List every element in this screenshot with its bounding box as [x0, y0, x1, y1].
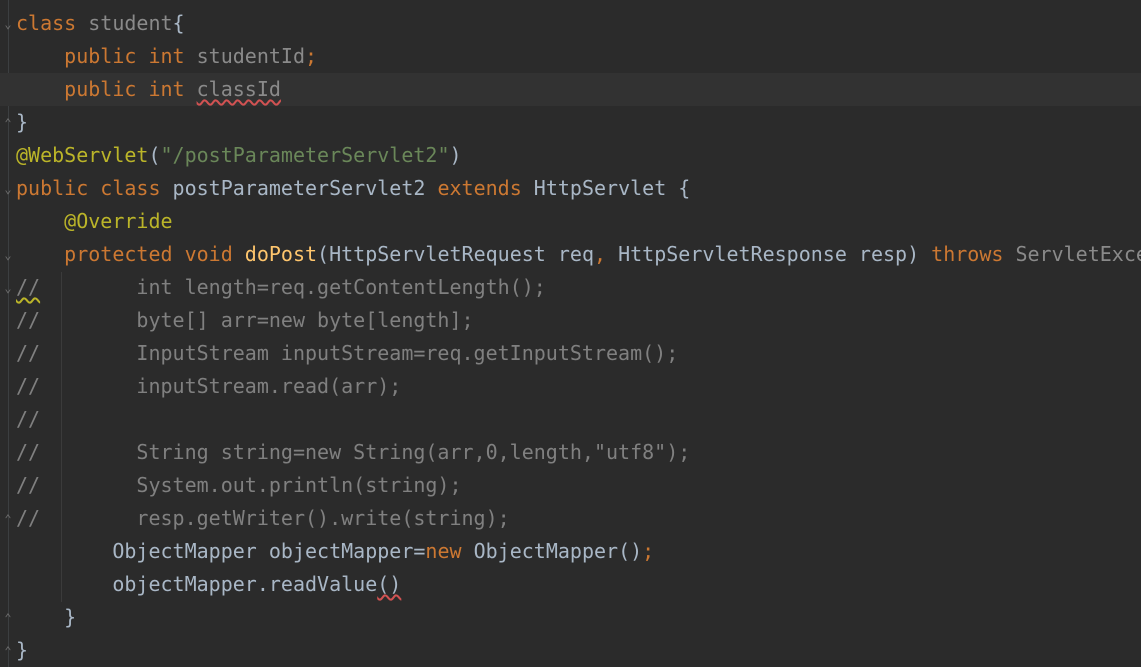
code-token: ; [305, 44, 318, 68]
code-token: // resp.getWriter().write(string); [16, 506, 510, 530]
code-token: classId [196, 77, 281, 101]
code-token: ServletExce [1015, 242, 1141, 266]
fold-open-icon[interactable]: ⌄ [1, 181, 15, 197]
code-token: "/postParameterServlet2" [160, 143, 450, 167]
code-token: throws [931, 242, 1016, 266]
code-token: HttpServletResponse resp) [618, 242, 932, 266]
code-token: new [425, 539, 474, 563]
code-token: // byte[] arr=new byte[length]; [16, 308, 474, 332]
code-line[interactable]: ⌃ } [0, 601, 1141, 634]
code-token: studentId [196, 44, 305, 68]
code-line[interactable]: ⌃} [0, 106, 1141, 139]
code-token: public int [64, 77, 197, 101]
code-token: student [88, 11, 173, 35]
code-line[interactable]: // System.out.println(string); [0, 469, 1141, 502]
code-editor[interactable]: ⌄ class student{ public int studentId; pu… [0, 7, 1141, 667]
code-token: @WebServlet [16, 143, 149, 167]
code-token: HttpServlet { [533, 176, 691, 200]
code-line[interactable]: ⌄ class student{ [0, 7, 1141, 40]
code-line[interactable]: ⌄// int length=req.getContentLength(); [0, 271, 1141, 304]
code-line[interactable]: public int classId [0, 73, 1141, 106]
fold-close-icon[interactable]: ⌃ [1, 610, 15, 626]
code-token: extends [437, 176, 534, 200]
fold-open-icon[interactable]: ⌄ [1, 247, 15, 263]
fold-close-icon[interactable]: ⌃ [1, 643, 15, 659]
code-line[interactable]: objectMapper.readValue() [0, 568, 1141, 601]
code-token: protected void [64, 242, 245, 266]
code-line[interactable]: // InputStream inputStream=req.getInputS… [0, 337, 1141, 370]
code-token: // inputStream.read(arr); [16, 374, 402, 398]
code-line[interactable]: // inputStream.read(arr); [0, 370, 1141, 403]
code-line[interactable]: ⌃// resp.getWriter().write(string); [0, 502, 1141, 535]
code-token: ; [642, 539, 655, 563]
code-line[interactable]: ⌄ protected void doPost(HttpServletReque… [0, 238, 1141, 271]
code-token: @Override [64, 209, 173, 233]
code-line[interactable]: ⌄ public class postParameterServlet2 exte… [0, 172, 1141, 205]
code-line[interactable]: ⌃} [0, 634, 1141, 667]
code-token: () [377, 572, 402, 596]
code-token: ObjectMapper objectMapper= [112, 539, 426, 563]
code-token: // [16, 407, 41, 431]
code-line[interactable]: // String string=new String(arr,0,length… [0, 436, 1141, 469]
code-token: ) [449, 143, 462, 167]
warning-underline: // [16, 275, 41, 299]
code-token: (HttpServletRequest req [317, 242, 594, 266]
fold-close-icon[interactable]: ⌃ [1, 511, 15, 527]
code-line[interactable]: public int studentId; [0, 40, 1141, 73]
code-token: // System.out.println(string); [16, 473, 462, 497]
code-token: } [64, 605, 77, 629]
code-token: { [172, 11, 185, 35]
code-line[interactable]: @WebServlet("/postParameterServlet2") [0, 139, 1141, 172]
code-token: class [16, 11, 89, 35]
fold-close-icon[interactable]: ⌃ [1, 115, 15, 131]
code-token: } [16, 638, 29, 662]
code-token: doPost [244, 242, 318, 266]
fold-open-icon[interactable]: ⌄ [1, 16, 15, 32]
code-token: } [16, 110, 29, 134]
code-token: postParameterServlet2 [172, 176, 438, 200]
code-line[interactable]: @Override [0, 205, 1141, 238]
code-token: // String string=new String(arr,0,length… [16, 440, 691, 464]
code-token: , [594, 242, 619, 266]
code-line[interactable]: // [0, 403, 1141, 436]
code-token: ( [148, 143, 161, 167]
code-token: // InputStream inputStream=req.getInputS… [16, 341, 679, 365]
code-token: public int [64, 44, 197, 68]
code-token: objectMapper.readValue [112, 572, 378, 596]
fold-open-icon[interactable]: ⌄ [1, 280, 15, 296]
code-token: ObjectMapper() [473, 539, 643, 563]
code-token: // int length=req.getContentLength(); [16, 275, 546, 299]
code-token: public class [16, 176, 173, 200]
code-line[interactable]: // byte[] arr=new byte[length]; [0, 304, 1141, 337]
code-line[interactable]: ObjectMapper objectMapper=new ObjectMapp… [0, 535, 1141, 568]
